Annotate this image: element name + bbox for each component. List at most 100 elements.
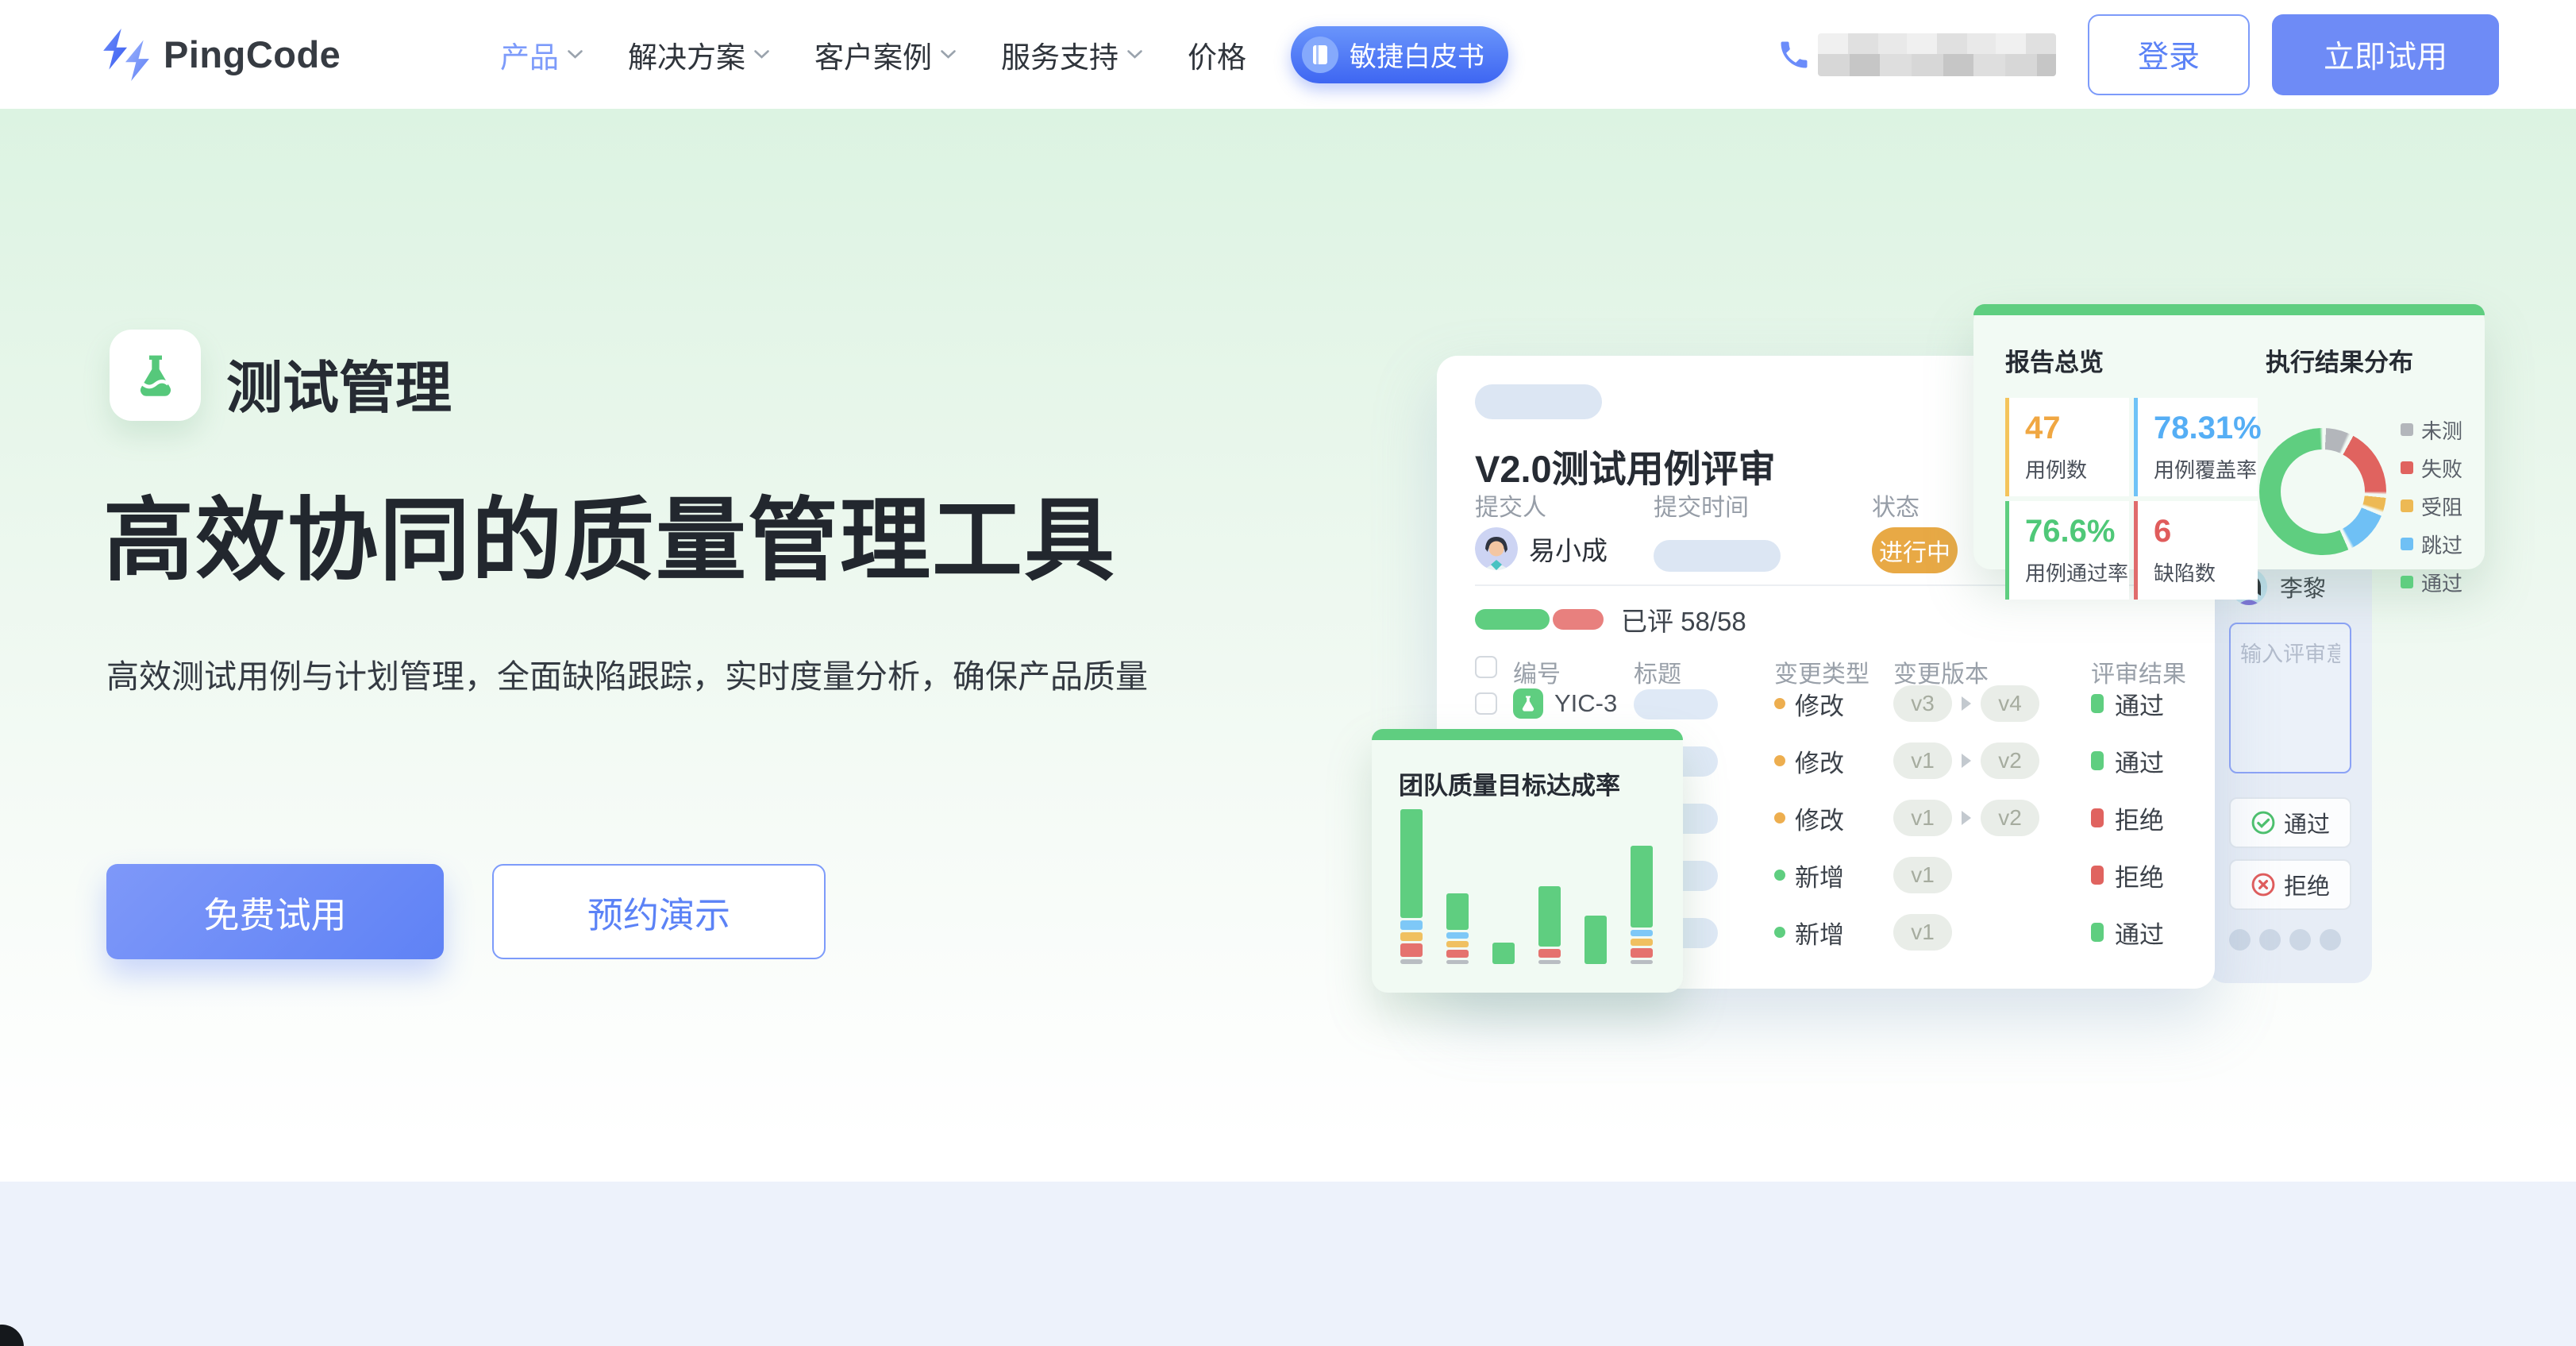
pingcode-logo[interactable]: PingCode	[102, 0, 341, 109]
progress-bar-remaining	[1553, 609, 1604, 630]
stat-tile: 76.6%用例通过率	[2005, 501, 2129, 600]
execution-donut-chart	[2259, 428, 2386, 555]
stat-value: 47	[2025, 411, 2129, 446]
card-accent-bar	[1372, 729, 1683, 740]
title-skeleton-pill	[1634, 689, 1718, 719]
nav-item-解决方案[interactable]: 解决方案	[628, 33, 770, 76]
check-circle-icon	[2251, 810, 2276, 835]
nav-item-产品[interactable]: 产品	[500, 33, 583, 76]
chevron-down-icon	[1126, 49, 1143, 60]
progress-bar	[1475, 609, 1604, 630]
review-result: 通过	[2091, 904, 2164, 961]
case-id-text: YIC-3	[1554, 689, 1617, 718]
page: PingCode 产品 解决方案 客户案例 服务支持 价格 敏捷白皮书 登录 立即试用 测…	[0, 0, 2576, 1346]
book-demo-button[interactable]: 预约演示	[492, 864, 826, 959]
bar-segment-失败	[1446, 950, 1469, 958]
change-type-dot	[1774, 927, 1785, 938]
bar-segment-受阻	[1631, 939, 1653, 946]
nav-menu: 产品 解决方案 客户案例 服务支持 价格 敏捷白皮书	[500, 0, 1508, 109]
submit-time-label: 提交时间	[1654, 488, 1749, 523]
login-button[interactable]: 登录	[2088, 14, 2250, 95]
report-overview-title: 报告总览	[2005, 342, 2104, 378]
free-trial-button[interactable]: 免费试用	[106, 864, 444, 959]
version-from-pill: v1	[1893, 742, 1952, 779]
bar-segment-跳过	[1631, 930, 1653, 936]
arrow-right-icon	[1962, 754, 1971, 768]
time-skeleton-pill	[1654, 540, 1781, 572]
review-result: 拒绝	[2091, 789, 2164, 847]
legend-swatch	[2401, 461, 2413, 474]
stacked-bar	[1584, 916, 1607, 964]
nav-item-label: 产品	[500, 33, 559, 76]
bar-segment-通过	[1446, 893, 1469, 930]
reject-button[interactable]: 拒绝	[2229, 859, 2351, 910]
nav-item-客户案例[interactable]: 客户案例	[814, 33, 957, 76]
version-to-pill: v2	[1981, 800, 2039, 836]
bar-segment-通过	[1584, 916, 1607, 964]
stat-value: 6	[2154, 514, 2258, 550]
result-marker	[2091, 923, 2104, 942]
change-versions: v1	[1893, 904, 1952, 961]
change-versions: v1v2	[1893, 732, 2039, 789]
submitter: 易小成	[1475, 527, 1608, 570]
change-type-dot	[1774, 812, 1785, 823]
change-type-dot	[1774, 755, 1785, 766]
whitepaper-pill-button[interactable]: 敏捷白皮书	[1291, 26, 1508, 83]
stacked-bar	[1446, 893, 1469, 964]
progress-label: 已评 58/58	[1621, 600, 1746, 638]
team-quality-card: 团队质量目标达成率	[1372, 729, 1683, 993]
change-versions: v3v4	[1893, 675, 2039, 732]
review-comment-input[interactable]: 输入评审意见...	[2229, 623, 2351, 773]
stat-tile: 6 缺陷数	[2134, 501, 2258, 600]
stat-label: 用例数	[2025, 454, 2129, 484]
change-type-dot	[1774, 698, 1785, 709]
chevron-down-icon	[753, 49, 770, 60]
legend-swatch	[2401, 499, 2413, 512]
bar-segment-受阻	[1446, 941, 1469, 947]
result-marker	[2091, 866, 2104, 885]
hero-subtitle: 高效测试用例与计划管理，全面缺陷跟踪，实时度量分析，确保产品质量	[106, 650, 1148, 697]
stat-label: 用例覆盖率	[2154, 454, 2258, 484]
stacked-bar	[1400, 809, 1423, 964]
logo-text: PingCode	[164, 33, 341, 76]
nav-item-label: 服务支持	[1001, 33, 1119, 76]
legend-item: 未测	[2401, 411, 2462, 449]
review-result: 拒绝	[2091, 847, 2164, 904]
nav-item-价格[interactable]: 价格	[1188, 33, 1246, 76]
bar-segment-通过	[1538, 886, 1561, 947]
change-type: 修改	[1774, 732, 1844, 789]
stat-label: 用例通过率	[2025, 557, 2129, 587]
donut-legend: 未测失败受阻跳过通过	[2401, 411, 2462, 601]
legend-item: 通过	[2401, 563, 2462, 601]
approve-button[interactable]: 通过	[2229, 797, 2351, 848]
change-versions: v1	[1893, 847, 1952, 904]
legend-swatch	[2401, 576, 2413, 588]
change-type: 修改	[1774, 789, 1844, 847]
stat-value: 78.31%	[2154, 411, 2258, 446]
phone-icon	[1777, 37, 1812, 72]
status-label: 状态	[1872, 488, 1919, 523]
row-checkbox[interactable]	[1475, 692, 1497, 715]
stacked-bar	[1538, 886, 1561, 964]
version-from-pill: v3	[1893, 685, 1952, 722]
product-name: 测试管理	[226, 343, 452, 424]
bar-segment-失败	[1631, 948, 1653, 958]
stat-tile: 78.31% 用例覆盖率	[2134, 398, 2258, 496]
top-navbar: PingCode 产品 解决方案 客户案例 服务支持 价格 敏捷白皮书 登录 立即试用	[0, 0, 2576, 109]
bar-segment-未测	[1538, 960, 1561, 964]
bottom-section	[0, 1182, 2576, 1346]
result-label: 拒绝	[2115, 800, 2164, 836]
legend-item: 失败	[2401, 449, 2462, 487]
change-type-label: 新增	[1795, 915, 1844, 951]
try-now-button[interactable]: 立即试用	[2272, 14, 2499, 95]
stat-label: 缺陷数	[2154, 557, 2258, 587]
change-versions: v1v2	[1893, 789, 2039, 847]
legend-label: 未测	[2421, 415, 2462, 445]
flask-icon	[130, 350, 181, 401]
result-marker	[2091, 808, 2104, 827]
case-id: YIC-3	[1513, 688, 1617, 719]
nav-item-服务支持[interactable]: 服务支持	[1001, 33, 1143, 76]
legend-label: 受阻	[2421, 492, 2462, 521]
version-from-pill: v1	[1893, 914, 1952, 951]
stat-tile: 47 用例数	[2005, 398, 2129, 496]
